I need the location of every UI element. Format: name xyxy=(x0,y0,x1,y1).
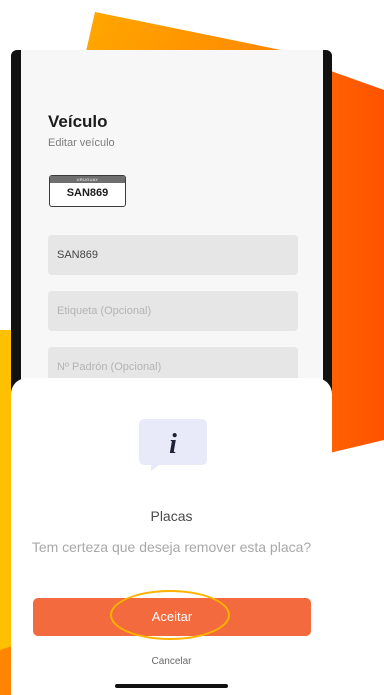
info-glyph: i xyxy=(169,429,177,460)
page-title: Veículo xyxy=(48,112,108,131)
dialog-title: Placas xyxy=(150,508,193,524)
accept-button[interactable]: Aceitar xyxy=(33,598,311,636)
plate-input[interactable]: SAN869 xyxy=(48,235,298,275)
confirmation-dialog: i Placas Tem certeza que deseja remover … xyxy=(11,378,332,695)
label-input[interactable]: Etiqueta (Opcional) xyxy=(48,291,298,331)
dialog-message: Tem certeza que deseja remover esta plac… xyxy=(31,539,312,555)
plate-number: SAN869 xyxy=(66,187,109,199)
license-plate: URUGUAY SAN869 xyxy=(49,175,126,207)
cancel-button[interactable]: Cancelar xyxy=(11,656,332,667)
home-indicator xyxy=(115,684,228,688)
plate-country-band: URUGUAY xyxy=(50,176,125,183)
page-subtitle: Editar veículo xyxy=(48,137,115,149)
info-icon: i xyxy=(139,419,207,471)
